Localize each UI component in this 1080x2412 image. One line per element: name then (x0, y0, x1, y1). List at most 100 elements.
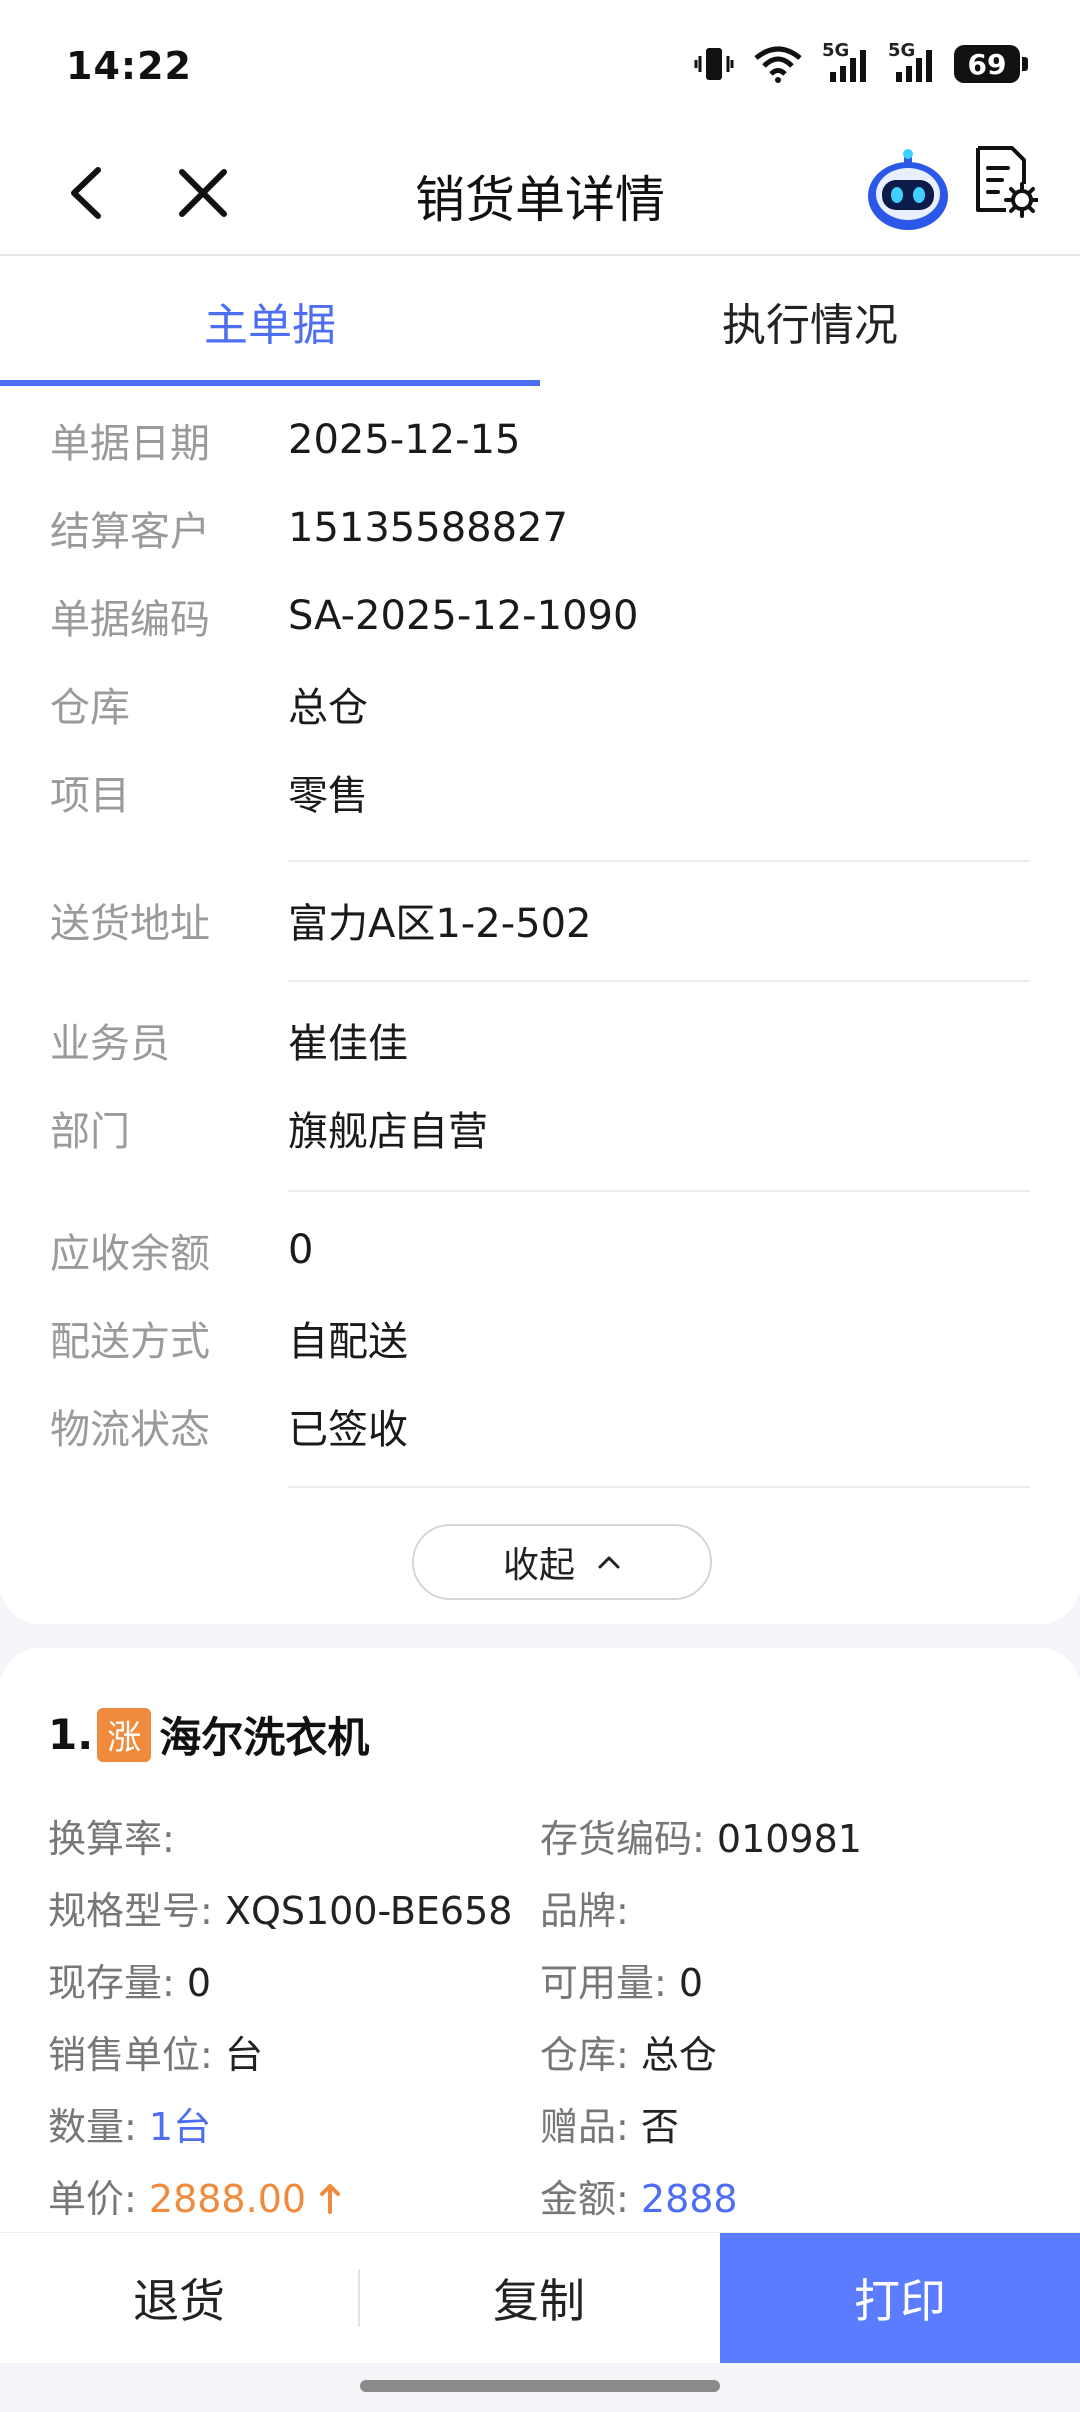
detail-label: 单据日期 (50, 421, 210, 467)
product-title: 1. 涨 海尔洗衣机 (48, 1704, 369, 1765)
field-value: 否 (640, 2105, 679, 2149)
detail-row-logistics-status: 物流状态 已签收 (0, 1382, 1080, 1470)
signal-icon: 5G (822, 40, 870, 84)
detail-row-department: 部门 旗舰店自营 (0, 1084, 1080, 1172)
field-quantity: 数量: 1台 (48, 2096, 211, 2151)
field-value: XQS100-BE658 (224, 1889, 513, 1933)
field-label: 现存量: (48, 1961, 175, 2005)
field-stock-code: 存货编码: 010981 (540, 1808, 862, 1863)
collapse-button[interactable]: 收起 (412, 1524, 712, 1600)
divider (288, 1486, 1030, 1488)
detail-value: 零售 (288, 773, 368, 819)
field-gift: 赠品: 否 (540, 2096, 679, 2151)
detail-value: 15135588827 (288, 505, 568, 551)
detail-label: 配送方式 (50, 1319, 210, 1365)
product-name: 海尔洗衣机 (159, 1713, 370, 1762)
battery-level: 69 (967, 47, 1007, 81)
home-indicator[interactable] (360, 2380, 720, 2392)
detail-label: 部门 (50, 1109, 130, 1155)
price-rise-badge: 涨 (97, 1707, 152, 1762)
detail-label: 业务员 (50, 1021, 170, 1067)
print-button[interactable]: 打印 (720, 2233, 1080, 2363)
return-button[interactable]: 退货 (0, 2233, 358, 2363)
detail-value: 崔佳佳 (288, 1021, 408, 1067)
divider (288, 860, 1030, 862)
detail-label: 项目 (50, 773, 130, 819)
robot-assistant-icon[interactable] (862, 146, 954, 238)
detail-value: 自配送 (288, 1319, 408, 1365)
detail-row-date: 单据日期 2025-12-15 (0, 396, 1080, 484)
field-label: 金额: (540, 2177, 629, 2221)
detail-row-receivable: 应收余额 0 (0, 1206, 1080, 1294)
divider (288, 1190, 1030, 1192)
tab-bar: 主单据 执行情况 (0, 256, 1080, 392)
price-up-arrow-icon (320, 2184, 341, 2214)
sales-order-detail-page: 14:22 5G 5G 69 销货单详情 主单据 执行情况 单据日期 2025-… (0, 0, 1080, 2412)
detail-label: 结算客户 (50, 509, 210, 555)
detail-row-code: 单据编码 SA-2025-12-1090 (0, 572, 1080, 660)
field-conversion-rate: 换算率: (48, 1808, 175, 1863)
divider (358, 2269, 360, 2327)
detail-value: 已签收 (288, 1407, 408, 1453)
detail-label: 物流状态 (50, 1407, 210, 1453)
field-label: 销售单位: (48, 2033, 213, 2077)
detail-label: 单据编码 (50, 597, 210, 643)
detail-row-project: 项目 零售 (0, 748, 1080, 836)
status-time: 14:22 (66, 44, 192, 88)
detail-row-salesperson: 业务员 崔佳佳 (0, 996, 1080, 1084)
detail-row-customer: 结算客户 15135588827 (0, 484, 1080, 572)
field-label: 换算率: (48, 1817, 175, 1861)
detail-label: 仓库 (50, 685, 130, 731)
field-value: 台 (224, 2033, 263, 2077)
collapse-label: 收起 (502, 1545, 575, 1586)
field-available: 可用量: 0 (540, 1952, 703, 2007)
detail-value: SA-2025-12-1090 (288, 593, 639, 639)
status-bar: 14:22 5G 5G 69 (0, 0, 1080, 130)
status-icons: 5G 5G 69 (694, 40, 1028, 84)
field-value: 0 (678, 1961, 704, 2005)
field-label: 品牌: (540, 1889, 629, 1933)
tab-main-document[interactable]: 主单据 (0, 256, 540, 392)
product-index: 1. (48, 1710, 94, 1759)
detail-row-address: 送货地址 富力A区1-2-502 (0, 876, 1080, 964)
field-sales-unit: 销售单位: 台 (48, 2024, 263, 2079)
detail-label: 送货地址 (50, 901, 210, 947)
bottom-action-bar: 退货 复制 打印 (0, 2232, 1080, 2363)
product-card[interactable]: 1. 涨 海尔洗衣机 换算率: 存货编码: 010981 规格型号: XQS10… (0, 1648, 1080, 2268)
order-detail-card: 单据日期 2025-12-15 结算客户 15135588827 单据编码 SA… (0, 386, 1080, 1624)
field-brand: 品牌: (540, 1880, 629, 1935)
divider (288, 980, 1030, 982)
field-label: 数量: (48, 2105, 137, 2149)
document-settings-icon[interactable] (972, 144, 1038, 218)
detail-value: 2025-12-15 (288, 417, 521, 463)
detail-value: 富力A区1-2-502 (288, 901, 592, 947)
field-label: 存货编码: (540, 1817, 705, 1861)
field-warehouse: 仓库: 总仓 (540, 2024, 717, 2079)
chevron-up-icon (598, 1556, 620, 1569)
field-on-hand: 现存量: 0 (48, 1952, 211, 2007)
field-value: 总仓 (640, 2033, 717, 2077)
field-label: 可用量: (540, 1961, 667, 2005)
nav-bar: 销货单详情 (0, 130, 1080, 256)
field-value: 0 (186, 1961, 212, 2005)
wifi-icon (754, 46, 802, 83)
signal-icon-2: 5G (888, 40, 936, 84)
detail-row-warehouse: 仓库 总仓 (0, 660, 1080, 748)
detail-label: 应收余额 (50, 1231, 210, 1277)
field-value: 2888.00 (148, 2177, 307, 2221)
copy-button[interactable]: 复制 (358, 2233, 720, 2363)
detail-value: 旗舰店自营 (288, 1109, 488, 1155)
detail-value: 0 (288, 1227, 314, 1273)
battery-icon: 69 (954, 45, 1028, 83)
detail-value: 总仓 (288, 685, 368, 731)
detail-row-delivery-method: 配送方式 自配送 (0, 1294, 1080, 1382)
field-label: 赠品: (540, 2105, 629, 2149)
field-value: 2888 (640, 2177, 738, 2221)
field-value: 1台 (148, 2105, 212, 2149)
field-unit-price: 单价: 2888.00 (48, 2168, 342, 2223)
field-value: 010981 (716, 1817, 862, 1861)
vibrate-icon (694, 48, 734, 80)
field-spec: 规格型号: XQS100-BE658 (48, 1880, 512, 1935)
tab-execution-status[interactable]: 执行情况 (540, 256, 1080, 386)
field-label: 规格型号: (48, 1889, 213, 1933)
